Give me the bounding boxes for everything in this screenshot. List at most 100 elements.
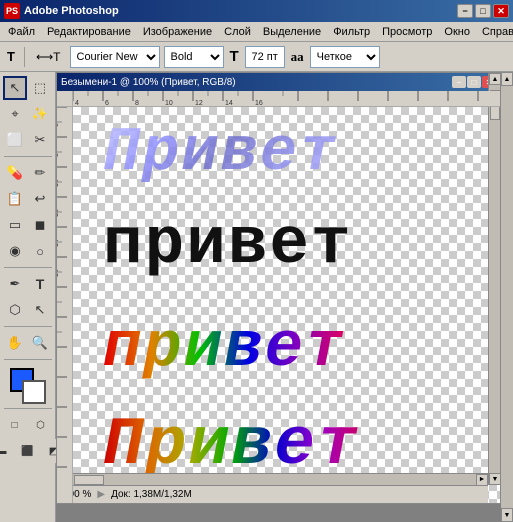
document-info: Док: 1,38M/1,32M	[111, 489, 192, 500]
tool-row-7: ◉ ○	[3, 239, 52, 263]
title-bar: PS Adobe Photoshop − □ ✕	[0, 0, 513, 22]
lasso-tool[interactable]: ⌖	[3, 102, 27, 126]
svg-text:12: 12	[57, 209, 60, 217]
scroll-track-horizontal	[69, 474, 476, 486]
app-title: Adobe Photoshop	[24, 5, 457, 17]
zoom-tool[interactable]: 🔍	[28, 331, 52, 355]
right-panel-scrollbar: ▲ ▼	[501, 72, 513, 522]
maximize-button[interactable]: □	[475, 4, 491, 18]
pen-tool[interactable]: ✒	[3, 272, 27, 296]
scroll-up-button[interactable]: ▲	[489, 73, 501, 85]
document-title: Безымени-1 @ 100% (Привет, RGB/8)	[61, 77, 452, 88]
window-controls: − □ ✕	[457, 4, 509, 18]
slice-tool[interactable]: ✂	[28, 128, 52, 152]
tool-row-9: ⬡ ↖	[3, 298, 52, 322]
text-tool-icon[interactable]: T	[4, 49, 18, 64]
color-swatches	[10, 368, 46, 404]
tool-row-8: ✒ T	[3, 272, 52, 296]
status-separator: ▶	[97, 489, 105, 500]
fill-tool[interactable]: ◼	[28, 213, 52, 237]
text-orientation-button[interactable]: ⟷T	[31, 46, 66, 68]
scroll-track-vertical	[489, 85, 500, 473]
font-family-select[interactable]: Courier New	[70, 46, 160, 68]
direct-select-tool[interactable]: ↖	[28, 298, 52, 322]
menu-image[interactable]: Изображение	[137, 24, 218, 40]
svg-text:14: 14	[225, 100, 233, 107]
svg-text:8: 8	[135, 100, 139, 107]
horizontal-scrollbar: ◄ ►	[57, 473, 488, 485]
patch-tool[interactable]: 💊	[3, 161, 27, 185]
text-layer-4[interactable]: Привет	[103, 412, 360, 480]
scroll-down-button[interactable]: ▼	[489, 473, 501, 485]
tool-divider-1	[4, 156, 52, 157]
antialiasing-label: аа	[289, 49, 306, 65]
svg-text:6: 6	[57, 123, 60, 127]
full-screen-mode[interactable]: ⬛	[16, 439, 40, 463]
hand-tool[interactable]: ✋	[3, 331, 27, 355]
menu-window[interactable]: Окно	[438, 24, 476, 40]
svg-text:6: 6	[105, 100, 109, 107]
dodge-tool[interactable]: ○	[28, 239, 52, 263]
ruler-left-svg: 6 8 10 12 14 16	[57, 107, 73, 503]
background-color[interactable]	[22, 380, 46, 404]
shape-tool[interactable]: ⬡	[3, 298, 27, 322]
status-bar: 100 % ▶ Док: 1,38M/1,32M	[57, 485, 488, 503]
antialiasing-select[interactable]: Четкое	[310, 46, 380, 68]
menu-file[interactable]: Файл	[2, 24, 41, 40]
text-tool[interactable]: T	[28, 272, 52, 296]
panel-scroll-track	[501, 86, 513, 508]
svg-text:10: 10	[165, 100, 173, 107]
wand-tool[interactable]: ✨	[28, 102, 52, 126]
menu-view[interactable]: Просмотр	[376, 24, 438, 40]
quick-mask-mode[interactable]: ⬡	[29, 413, 53, 437]
panel-scroll-down[interactable]: ▼	[501, 508, 513, 522]
menu-bar: Файл Редактирование Изображение Слой Выд…	[0, 22, 513, 42]
tool-row-1: ↖ ⬚	[3, 76, 52, 100]
scroll-right-button[interactable]: ►	[476, 474, 488, 486]
eraser-tool[interactable]: ▭	[3, 213, 27, 237]
quick-mask-row: □ ⬡	[3, 413, 53, 437]
minimize-button[interactable]: −	[457, 4, 473, 18]
font-size-input[interactable]	[245, 46, 285, 68]
document-titlebar: Безымени-1 @ 100% (Привет, RGB/8) − □ ✕	[57, 73, 500, 91]
canvas-area: Безымени-1 @ 100% (Привет, RGB/8) − □ ✕ …	[56, 72, 513, 522]
tool-row-10: ✋ 🔍	[3, 331, 52, 355]
standard-mode[interactable]: □	[3, 413, 27, 437]
tool-row-6: ▭ ◼	[3, 213, 52, 237]
text-layer-1[interactable]: Привет	[103, 122, 338, 184]
screen-mode[interactable]: ▬	[0, 439, 14, 463]
blur-tool[interactable]: ◉	[3, 239, 27, 263]
svg-text:16: 16	[57, 269, 60, 277]
crop-tool[interactable]: ⬜	[3, 128, 27, 152]
close-button[interactable]: ✕	[493, 4, 509, 18]
tool-divider-4	[4, 359, 52, 360]
options-toolbar: T ⟷T Courier New Bold T аа Четкое	[0, 42, 513, 72]
menu-help[interactable]: Справка	[476, 24, 513, 40]
main-area: ↖ ⬚ ⌖ ✨ ⬜ ✂ 💊 ✏ 📋 ↩ ▭ ◼ ◉ ○ ✒	[0, 72, 513, 522]
menu-layer[interactable]: Слой	[218, 24, 257, 40]
stamp-tool[interactable]: 📋	[3, 187, 27, 211]
ruler-top: 4 6 8 10 12 14 16	[73, 91, 500, 107]
menu-edit[interactable]: Редактирование	[41, 24, 137, 40]
scroll-thumb-horizontal[interactable]	[74, 475, 104, 485]
canvas-text-layers: Привет привет привет Привет	[83, 117, 500, 503]
move-tool[interactable]: ↖	[3, 76, 27, 100]
tool-row-2: ⌖ ✨	[3, 102, 52, 126]
tool-row-5: 📋 ↩	[3, 187, 52, 211]
text-layer-3[interactable]: привет	[103, 317, 345, 381]
menu-select[interactable]: Выделение	[257, 24, 327, 40]
ruler-left: 6 8 10 12 14 16	[57, 107, 73, 503]
brush-tool[interactable]: ✏	[28, 161, 52, 185]
history-tool[interactable]: ↩	[28, 187, 52, 211]
marquee-tool[interactable]: ⬚	[28, 76, 52, 100]
doc-minimize-button[interactable]: −	[452, 76, 466, 88]
font-style-select[interactable]: Bold	[164, 46, 224, 68]
tool-divider-5	[4, 408, 52, 409]
doc-restore-button[interactable]: □	[467, 76, 481, 88]
panel-scroll-up[interactable]: ▲	[501, 72, 513, 86]
svg-text:14: 14	[57, 239, 60, 247]
tool-row-4: 💊 ✏	[3, 161, 52, 185]
menu-filter[interactable]: Фильтр	[327, 24, 376, 40]
text-layer-2[interactable]: привет	[103, 212, 353, 278]
left-toolbar: ↖ ⬚ ⌖ ✨ ⬜ ✂ 💊 ✏ 📋 ↩ ▭ ◼ ◉ ○ ✒	[0, 72, 56, 522]
